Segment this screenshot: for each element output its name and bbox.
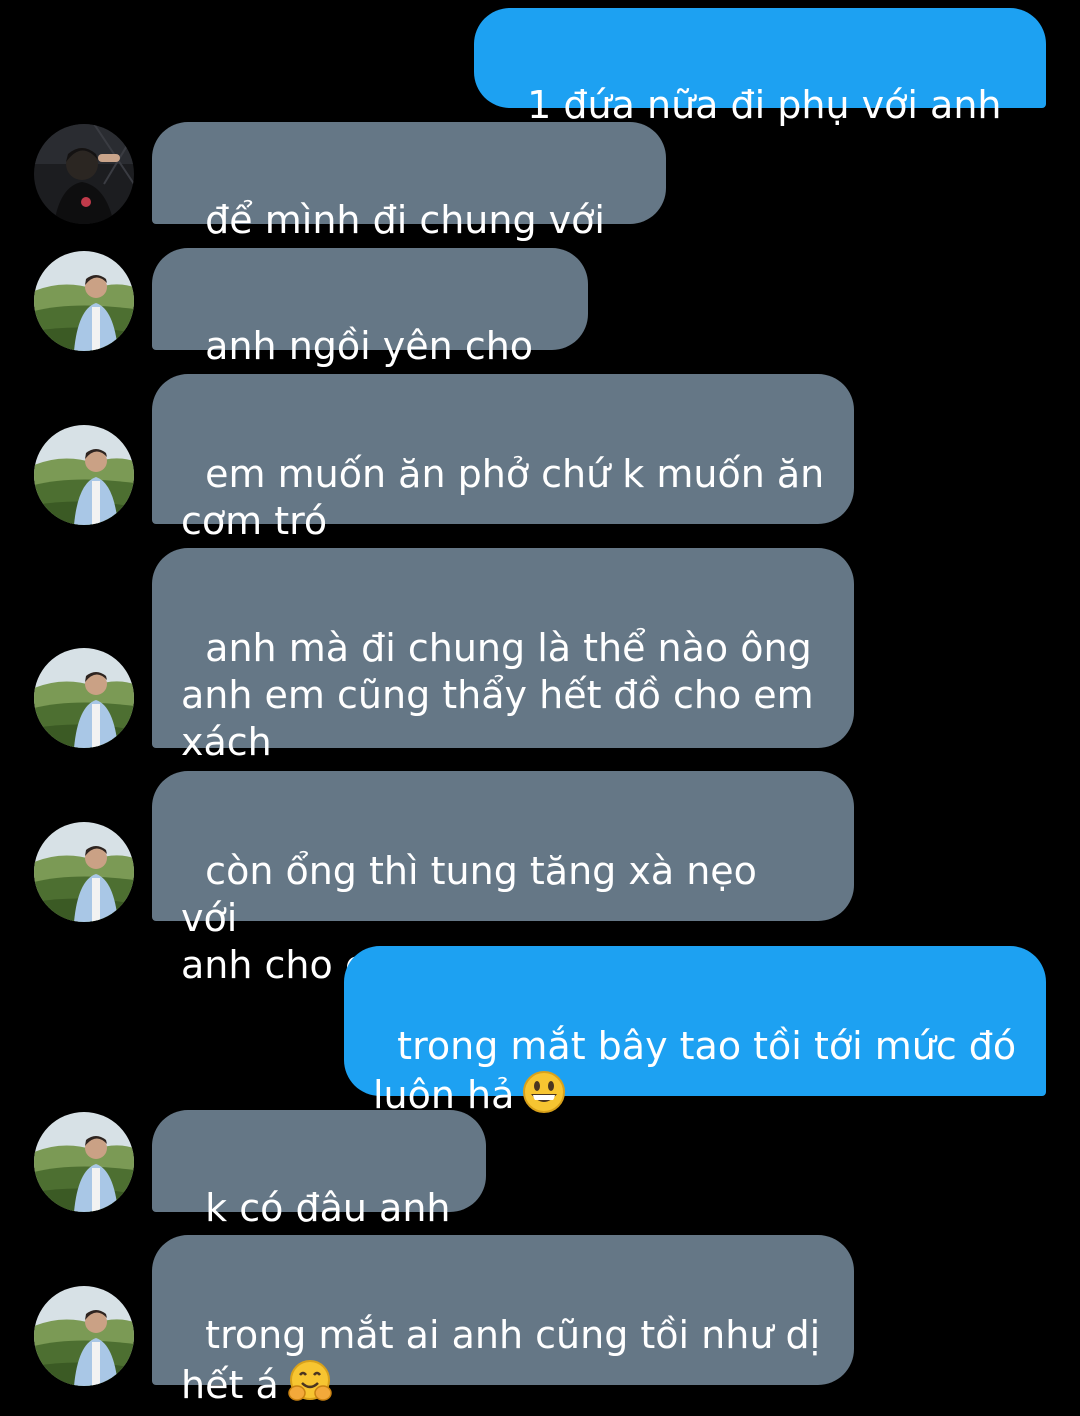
message-bubble-received[interactable]: còn ổng thì tung tăng xà nẹo với anh cho… <box>152 771 854 987</box>
message-text: em muốn ăn phở chứ k muốn ăn cơm tró <box>181 452 825 543</box>
grinning-face-emoji <box>522 1070 566 1125</box>
message-text: anh mà đi chung là thể nào ông anh em cũ… <box>181 626 814 764</box>
contact-avatar[interactable] <box>34 822 134 922</box>
message-bubble-sent[interactable]: trong mắt bây tao tồi tới mức đó luôn hả <box>344 946 1046 1117</box>
message-text: trong mắt bây tao tồi tới mức đó luôn hả <box>373 1024 1017 1117</box>
message-bubble-received[interactable]: để mình đi chung với bạn <box>152 122 666 289</box>
message-bubble-received[interactable]: k có đâu anh ơi <box>152 1110 486 1277</box>
message-bubble-received[interactable]: trong mắt ai anh cũng tồi như dị hết á <box>152 1235 854 1407</box>
message-bubble-received[interactable]: anh ngồi yên cho em <box>152 248 588 415</box>
contact-avatar[interactable] <box>34 251 134 351</box>
message-bubble-sent[interactable]: 1 đứa nữa đi phụ với anh coi <box>474 8 1046 174</box>
contact-avatar[interactable] <box>34 425 134 525</box>
contact-avatar[interactable] <box>34 124 134 224</box>
message-text: trong mắt ai anh cũng tồi như dị hết á <box>181 1313 821 1407</box>
contact-avatar[interactable] <box>34 1112 134 1212</box>
message-bubble-received[interactable]: anh mà đi chung là thể nào ông anh em cũ… <box>152 548 854 764</box>
message-bubble-received[interactable]: em muốn ăn phở chứ k muốn ăn cơm tró <box>152 374 854 543</box>
hugging-face-emoji <box>287 1359 333 1416</box>
contact-avatar[interactable] <box>34 648 134 748</box>
contact-avatar[interactable] <box>34 1286 134 1386</box>
